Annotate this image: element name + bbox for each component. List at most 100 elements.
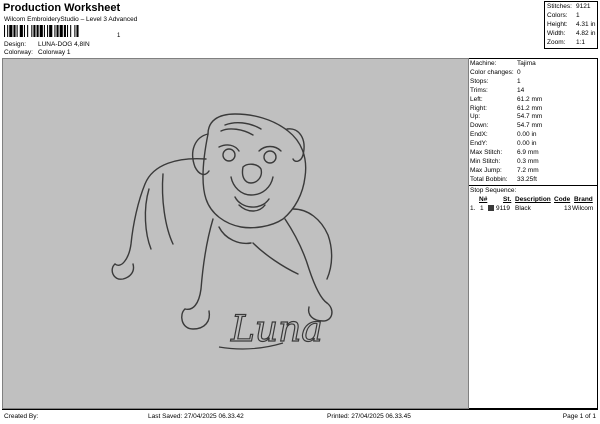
worksheet-title: Production Worksheet — [3, 2, 121, 14]
panel-divider — [469, 185, 597, 186]
col-header-description: Description — [515, 196, 551, 203]
machine-info-row: Right: 61.2 mm — [470, 105, 542, 112]
stat-colors: Colors: 1 — [547, 12, 580, 19]
colorway-value: Colorway 1 — [38, 49, 71, 56]
software-subtitle: Wilcom EmbroideryStudio – Level 3 Advanc… — [4, 16, 138, 23]
design-canvas[interactable]: Luna — [2, 58, 469, 409]
machine-info-value: 0.00 in — [517, 131, 537, 139]
seq-row-brand: Wilcom — [572, 205, 594, 212]
stat-height: Height: 4.31 in — [547, 21, 596, 28]
barcode-bar — [33, 25, 36, 37]
barcode-bar — [23, 25, 25, 37]
barcode-bar — [7, 25, 9, 37]
machine-info-label: Stops: — [470, 77, 489, 85]
machine-info-value: 14 — [517, 86, 525, 94]
stat-zoom: Zoom: 1:1 — [547, 39, 586, 46]
footer-bar: Created By: Last Saved: 27/04/2025 06.33… — [2, 409, 598, 423]
machine-info-label: Up: — [470, 113, 481, 121]
colorway-label: Colorway: — [4, 49, 33, 56]
col-header-brand: Brand — [574, 196, 593, 203]
col-header-code: Code — [554, 196, 571, 203]
machine-info-label: EndY: — [470, 140, 488, 148]
design-text-luna: Luna — [230, 309, 323, 350]
barcode-bar — [59, 25, 63, 37]
machine-info-label: Machine: — [470, 60, 497, 67]
barcode-bar — [49, 25, 53, 37]
barcode-bar — [13, 25, 16, 37]
barcode-bar — [74, 25, 76, 37]
barcode-bar — [76, 25, 79, 37]
footer-last-saved: Last Saved: 27/04/2025 06.33.42 — [148, 413, 244, 420]
machine-info-value: Tajima — [517, 60, 536, 67]
machine-info-row: Down: 54.7 mm — [470, 122, 542, 129]
stats-box: Stitches: 9121 Colors: 1 Height: 4.31 in Wi… — [544, 1, 598, 49]
machine-info-value: 6.9 mm — [517, 149, 539, 156]
machine-info-panel: Machine: Tajima Color changes: 0 Stops: 1 Trim… — [469, 58, 598, 409]
machine-info-row: Color changes: 0 — [470, 69, 521, 76]
barcode-bar — [31, 25, 33, 37]
barcode — [4, 25, 79, 37]
thread-color-swatch — [488, 205, 494, 211]
machine-info-value: 0.00 in — [517, 140, 537, 148]
barcode-suffix: 1 — [117, 33, 121, 39]
col-header-st: St. — [503, 196, 512, 203]
barcode-bar — [67, 25, 69, 37]
machine-info-row: Machine: Tajima — [470, 60, 536, 67]
barcode-bar — [36, 25, 39, 37]
design-value: LUNA-DOG 4,8IN — [38, 41, 90, 48]
machine-info-row: Stops: 1 — [470, 78, 521, 85]
seq-row-index: 1. — [470, 205, 476, 212]
barcode-bar — [27, 25, 29, 37]
design-label: Design: — [4, 41, 27, 48]
footer-created-by: Created By: — [4, 413, 39, 420]
machine-info-row: Total Bobbin: 33.25ft — [470, 176, 537, 183]
machine-info-row: EndX: 0.00 in — [470, 131, 537, 138]
barcode-bar — [56, 25, 59, 37]
machine-info-label: Color changes: — [470, 68, 514, 76]
machine-info-value: 0 — [517, 68, 521, 76]
barcode-bar — [43, 25, 45, 37]
machine-info-row: Max Stitch: 6.9 mm — [470, 149, 539, 156]
machine-info-label: Max Jump: — [470, 166, 502, 174]
barcode-bar — [63, 25, 66, 37]
footer-printed: Printed: 27/04/2025 06.33.45 — [327, 413, 411, 420]
machine-info-label: Total Bobbin: — [470, 175, 508, 183]
barcode-bar — [39, 25, 43, 37]
stat-width: Width: 4.82 in — [547, 30, 596, 37]
footer-page-number: Page 1 of 1 — [562, 413, 596, 420]
barcode-bar — [19, 25, 23, 37]
barcode-bar — [70, 25, 72, 37]
barcode-bar — [4, 25, 6, 37]
machine-info-value: 54.7 mm — [517, 122, 543, 130]
machine-info-value: 7.2 mm — [517, 166, 539, 174]
machine-info-row: Min Stitch: 0.3 mm — [470, 158, 539, 165]
machine-info-value: 54.7 mm — [517, 113, 543, 121]
machine-info-row: Max Jump: 7.2 mm — [470, 167, 539, 174]
machine-info-value: 0.3 mm — [517, 157, 539, 165]
machine-info-value: 33.25ft — [517, 175, 537, 183]
col-header-n: N# — [479, 196, 488, 203]
machine-info-value: 1 — [517, 77, 521, 85]
machine-info-label: Trims: — [470, 86, 488, 94]
seq-row-stitches: 9119 — [496, 205, 510, 212]
seq-row-n: 1 — [480, 205, 484, 212]
machine-info-row: Trims: 14 — [470, 87, 524, 94]
machine-info-label: Max Stitch: — [470, 149, 503, 156]
machine-info-value: 61.2 mm — [517, 104, 543, 112]
barcode-bar — [54, 25, 56, 37]
machine-info-label: EndX: — [470, 131, 488, 139]
barcode-bar — [47, 25, 49, 37]
machine-info-value: 61.2 mm — [517, 95, 543, 103]
machine-info-label: Right: — [470, 104, 487, 112]
machine-info-row: Left: 61.2 mm — [470, 96, 542, 103]
stat-stitches: Stitches: 9121 — [547, 3, 591, 10]
machine-info-row: Up: 54.7 mm — [470, 113, 542, 120]
barcode-bar — [9, 25, 13, 37]
machine-info-label: Left: — [470, 95, 483, 103]
seq-row-description: Black — [515, 205, 531, 212]
stop-sequence-title: Stop Sequence: — [470, 187, 517, 194]
machine-info-row: EndY: 0.00 in — [470, 140, 537, 147]
seq-row-code: 13 — [564, 205, 572, 212]
embroidery-preview: Luna — [111, 113, 333, 351]
machine-info-label: Down: — [470, 122, 489, 130]
